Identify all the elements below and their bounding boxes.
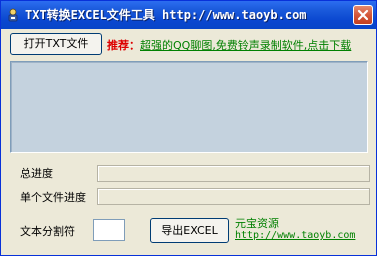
title-bar[interactable]: TXT转换EXCEL文件工具 http://www.taoyb.com [1,1,376,29]
close-icon [357,9,369,21]
recommend-link[interactable]: 超强的QQ聊图,免费铃声录制软件,点击下载 [140,37,351,53]
window-title: TXT转换EXCEL文件工具 http://www.taoyb.com [25,8,307,22]
brand-link[interactable]: http://www.taoyb.com [235,230,355,241]
brand-name: 元宝资源 [235,217,279,230]
app-window: TXT转换EXCEL文件工具 http://www.taoyb.com 打开TX… [0,0,377,256]
export-excel-button[interactable]: 导出EXCEL [150,218,229,243]
separator-label: 文本分割符 [20,225,75,238]
close-button[interactable] [353,5,373,25]
total-progress-bar [97,165,370,182]
single-progress-bar [97,188,370,205]
separator-input[interactable] [93,219,125,241]
open-txt-button[interactable]: 打开TXT文件 [10,33,102,55]
app-icon [5,7,21,23]
single-progress-label: 单个文件进度 [20,191,86,204]
file-list-area[interactable] [10,61,368,153]
total-progress-label: 总进度 [20,167,53,180]
recommend-label: 推荐： [107,39,140,52]
